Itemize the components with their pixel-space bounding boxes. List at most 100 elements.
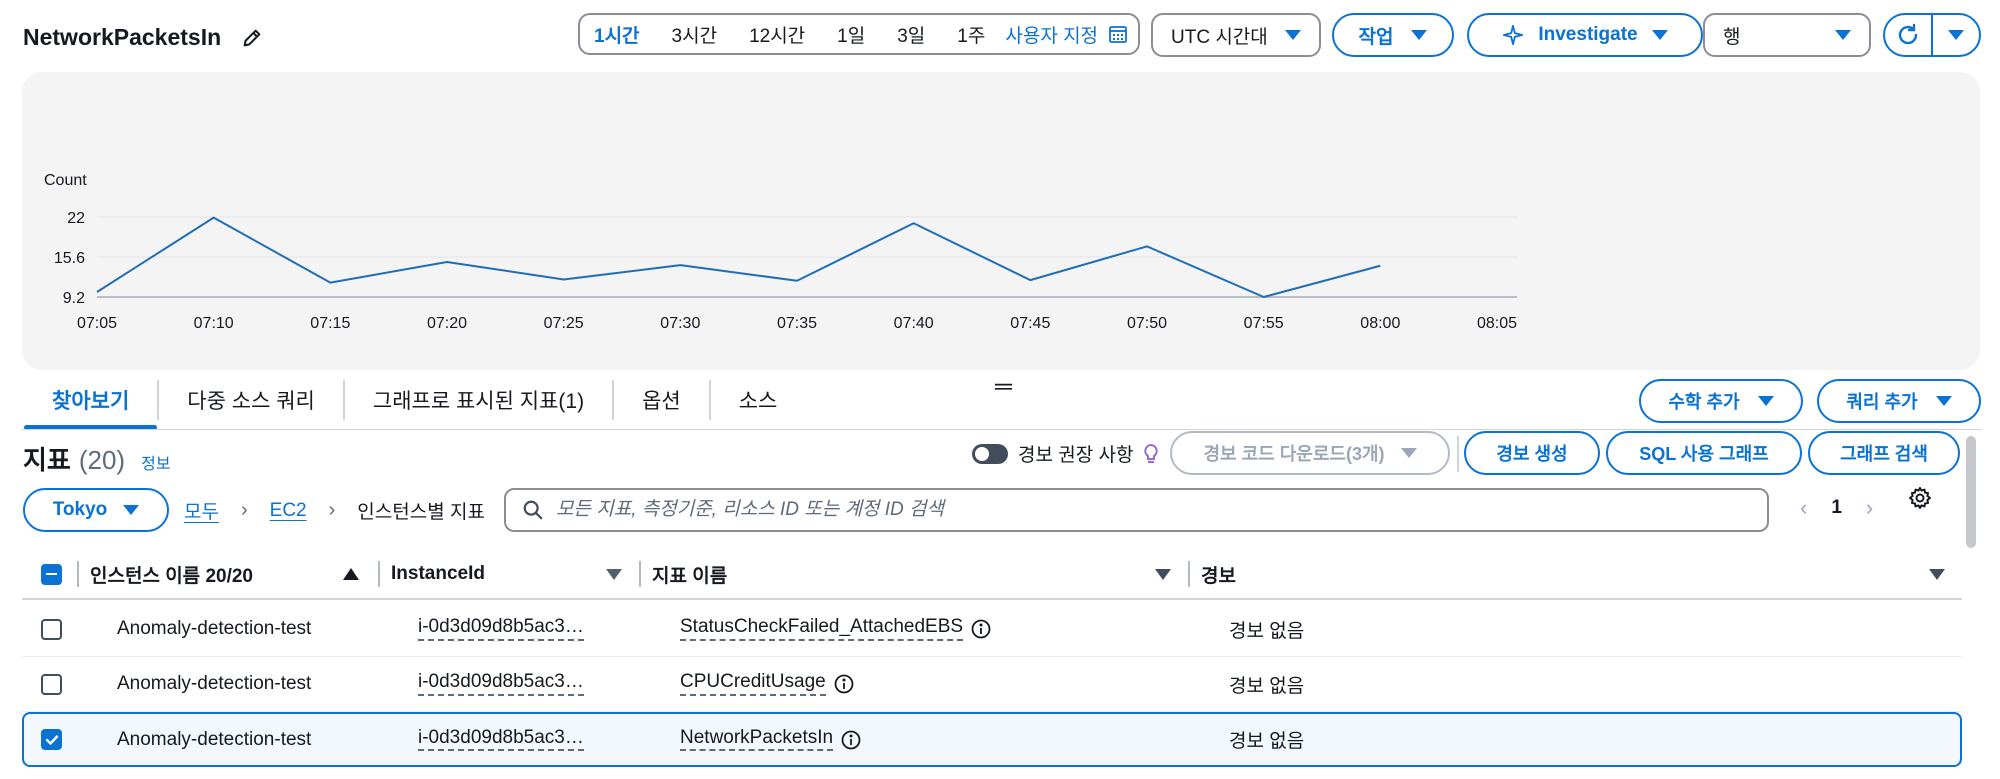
- add-query-label: 쿼리 추가: [1846, 392, 1918, 412]
- timezone-select[interactable]: UTC 시간대: [1151, 13, 1321, 57]
- calendar-icon[interactable]: [1108, 24, 1128, 44]
- page-title: NetworkPacketsIn: [23, 24, 263, 51]
- x-tick-label: 07:25: [544, 315, 584, 332]
- info-icon[interactable]: [841, 730, 861, 750]
- add-math-button[interactable]: 수학 추가: [1639, 379, 1803, 423]
- graph-search-button[interactable]: 그래프 검색: [1808, 431, 1960, 475]
- caret-down-icon: [1835, 30, 1851, 40]
- alarm-recommendations-label: 경보 권장 사항: [1018, 445, 1134, 466]
- time-range-1h[interactable]: 1시간: [594, 21, 640, 48]
- column-header-instance-name[interactable]: 인스턴스 이름 20/20: [90, 548, 253, 600]
- breadcrumb-ec2[interactable]: EC2: [270, 500, 307, 522]
- actions-label: 작업: [1358, 26, 1394, 48]
- instance-name-cell: Anomaly-detection-test: [117, 618, 312, 639]
- refresh-interval-dropdown[interactable]: [1933, 15, 1979, 55]
- line-chart: Count 9.2 15.6 22 07:05 07:10 07:15 07:20 07:25 0…: [44, 172, 1517, 332]
- page-number[interactable]: 1: [1831, 497, 1842, 519]
- metrics-title: 지표: [23, 445, 71, 475]
- instance-id-link[interactable]: i-0d3d09d8b5ac3…: [418, 727, 584, 752]
- row-checkbox[interactable]: [41, 673, 62, 695]
- column-header-instance-id[interactable]: InstanceId: [391, 548, 485, 600]
- table-row[interactable]: Anomaly-detection-test i-0d3d09d8b5ac3… …: [22, 657, 1962, 712]
- create-alarm-button[interactable]: 경보 생성: [1464, 431, 1600, 475]
- row-checkbox-checked[interactable]: [41, 729, 62, 750]
- caret-down-icon: [1948, 30, 1964, 40]
- x-tick-label: 07:20: [427, 315, 467, 332]
- prev-page-icon[interactable]: ‹: [1800, 495, 1807, 521]
- instance-id-link[interactable]: i-0d3d09d8b5ac3…: [418, 616, 584, 641]
- column-divider: [77, 561, 79, 587]
- info-icon[interactable]: [971, 619, 991, 639]
- column-header-metric-name[interactable]: 지표 이름: [652, 548, 727, 600]
- select-all-checkbox[interactable]: [41, 563, 62, 585]
- vertical-scrollbar[interactable]: [1966, 436, 1976, 548]
- instance-id-link[interactable]: i-0d3d09d8b5ac3…: [418, 671, 584, 696]
- refresh-button[interactable]: [1885, 15, 1933, 55]
- x-tick-label: 07:55: [1244, 315, 1284, 332]
- alarm-recommendations-toggle[interactable]: [972, 443, 1008, 464]
- column-label: 인스턴스 이름 20/20: [90, 565, 253, 587]
- sort-icon[interactable]: [1929, 568, 1945, 580]
- sort-ascending-icon[interactable]: [343, 568, 359, 580]
- tab-browse[interactable]: 찾아보기: [24, 372, 158, 430]
- instance-name-cell: Anomaly-detection-test: [117, 673, 312, 694]
- metric-name-cell[interactable]: StatusCheckFailed_AttachedEBS: [680, 616, 964, 641]
- breadcrumb-all[interactable]: 모두: [184, 497, 219, 524]
- tab-options[interactable]: 옵션: [614, 372, 709, 428]
- region-select-button[interactable]: Tokyo: [23, 488, 169, 532]
- sparkle-icon: [1503, 24, 1524, 46]
- metric-search-input[interactable]: [556, 499, 1736, 521]
- alarm-cell: 경보 없음: [1229, 620, 1305, 642]
- metric-search-box: [504, 488, 1769, 532]
- sort-icon[interactable]: [606, 568, 622, 580]
- caret-down-icon: [123, 505, 140, 515]
- info-icon[interactable]: [834, 674, 854, 694]
- sort-icon[interactable]: [1155, 568, 1171, 580]
- timezone-label: UTC 시간대: [1171, 26, 1268, 48]
- time-range-1w[interactable]: 1주: [957, 21, 985, 48]
- tab-bar: 찾아보기 다중 소스 쿼리 그래프로 표시된 지표(1) 옵션 소스: [24, 372, 806, 430]
- x-tick-label: 07:40: [894, 315, 934, 332]
- next-page-icon[interactable]: ›: [1866, 495, 1873, 521]
- metric-chart-panel: Count 9.2 15.6 22 07:05 07:10 07:15 07:20 07:25 0…: [22, 72, 1980, 370]
- add-query-button[interactable]: 쿼리 추가: [1817, 379, 1981, 423]
- chevron-right-icon: ›: [328, 499, 336, 521]
- refresh-button-group: [1883, 13, 1981, 57]
- tab-graphed-metrics[interactable]: 그래프로 표시된 지표(1): [345, 372, 612, 428]
- view-select[interactable]: 행: [1703, 13, 1871, 57]
- row-checkbox[interactable]: [41, 618, 62, 640]
- column-divider: [1188, 561, 1190, 587]
- x-tick-label: 07:35: [777, 315, 817, 332]
- column-header-alarm[interactable]: 경보: [1201, 548, 1236, 600]
- x-tick-label: 08:05: [1477, 315, 1517, 332]
- info-link[interactable]: 정보: [141, 450, 170, 474]
- time-range-3h[interactable]: 3시간: [672, 21, 718, 48]
- actions-button[interactable]: 작업: [1332, 13, 1454, 57]
- column-label: 경보: [1201, 565, 1236, 587]
- time-range-3d[interactable]: 3일: [897, 21, 925, 48]
- time-range-custom[interactable]: 사용자 지정: [1005, 21, 1098, 48]
- table-row[interactable]: Anomaly-detection-test i-0d3d09d8b5ac3… …: [22, 602, 1962, 657]
- time-range-12h[interactable]: 12시간: [749, 21, 805, 48]
- time-range-1d[interactable]: 1일: [837, 21, 865, 48]
- resize-handle-icon[interactable]: ═: [995, 373, 1012, 401]
- edit-pencil-icon[interactable]: [241, 27, 263, 49]
- investigate-label: Investigate: [1538, 24, 1638, 45]
- sql-graph-label: SQL 사용 그래프: [1639, 444, 1769, 464]
- metric-name-cell[interactable]: NetworkPacketsIn: [680, 727, 834, 752]
- alarm-cell: 경보 없음: [1229, 731, 1305, 752]
- investigate-button[interactable]: Investigate: [1467, 13, 1703, 57]
- metric-name-cell[interactable]: CPUCreditUsage: [680, 671, 826, 696]
- tab-multi-source-query[interactable]: 다중 소스 쿼리: [159, 372, 343, 428]
- tab-source[interactable]: 소스: [711, 372, 806, 428]
- x-tick-label: 08:00: [1360, 315, 1400, 332]
- table-row-selected[interactable]: Anomaly-detection-test i-0d3d09d8b5ac3… …: [22, 712, 1962, 767]
- sql-graph-button[interactable]: SQL 사용 그래프: [1606, 431, 1802, 475]
- download-alarm-code-button[interactable]: 경보 코드 다운로드(3개): [1170, 431, 1450, 475]
- breadcrumb: 모두 › EC2 › 인스턴스별 지표: [184, 497, 485, 524]
- gear-icon[interactable]: [1908, 486, 1932, 510]
- caret-down-icon: [1651, 30, 1668, 40]
- x-tick-label: 07:50: [1127, 315, 1167, 332]
- alarm-cell: 경보 없음: [1229, 675, 1305, 697]
- caret-down-icon: [1285, 30, 1301, 40]
